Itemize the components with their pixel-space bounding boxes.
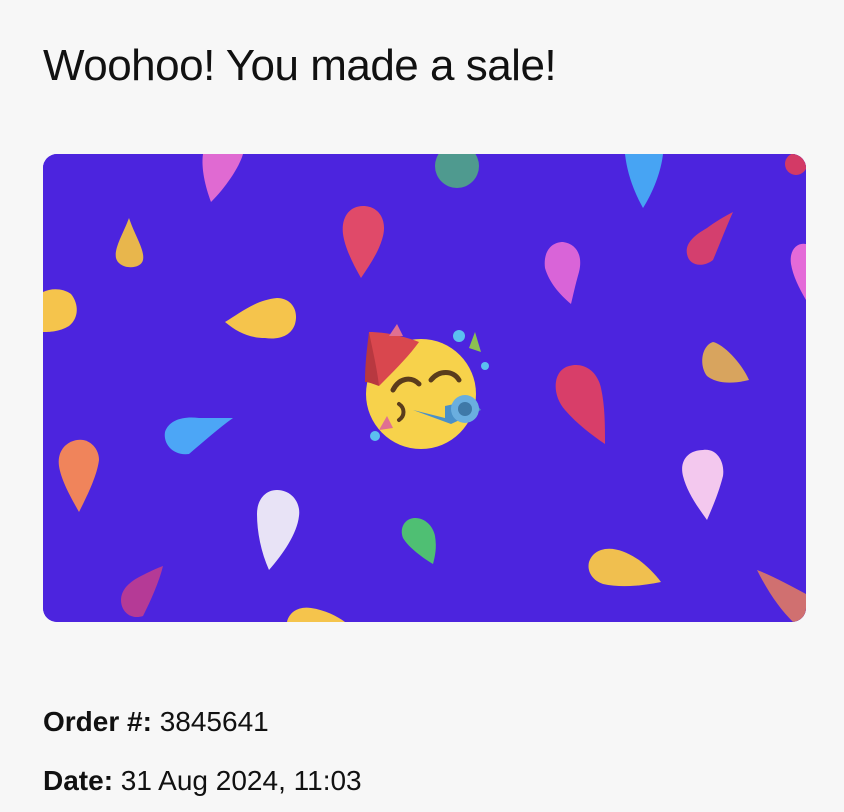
order-date-label: Date: <box>43 765 114 796</box>
order-number-value: 3845641 <box>159 706 269 737</box>
order-number-row: Order #: 3845641 <box>43 704 269 740</box>
celebration-banner <box>43 154 806 622</box>
page-title: Woohoo! You made a sale! <box>43 41 557 90</box>
order-number-label: Order #: <box>43 706 152 737</box>
order-date-row: Date: 31 Aug 2024, 11:03 <box>43 763 362 799</box>
confetti-illustration <box>43 154 806 622</box>
order-date-value: 31 Aug 2024, 11:03 <box>120 765 362 796</box>
